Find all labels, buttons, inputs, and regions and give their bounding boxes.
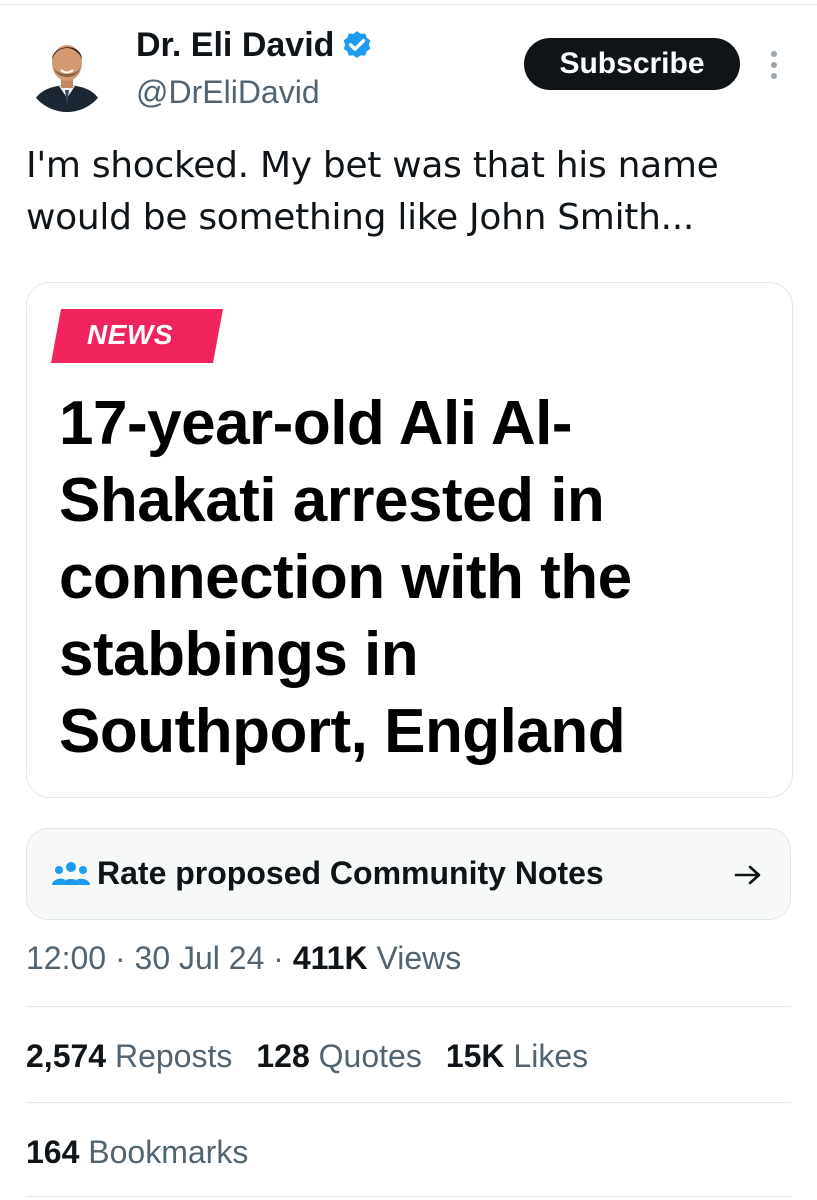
verified-badge-icon xyxy=(344,30,371,58)
people-icon xyxy=(52,862,90,885)
reposts-count: 2,574 xyxy=(26,1038,107,1074)
engagement-stats: 2,574 Reposts 128 Quotes 15K Likes xyxy=(26,1038,612,1075)
meta-separator: · xyxy=(114,940,126,976)
views-label: Views xyxy=(376,940,462,976)
top-divider xyxy=(0,4,817,5)
divider xyxy=(26,1006,791,1007)
tweet-meta: 12:00 · 30 Jul 24 · 411K Views xyxy=(26,940,461,977)
reposts-stat[interactable]: 2,574 Reposts xyxy=(26,1038,232,1075)
tweet-text: I'm shocked. My bet was that his name wo… xyxy=(26,140,796,244)
quotes-stat[interactable]: 128 Quotes xyxy=(256,1038,421,1075)
views-count: 411K xyxy=(292,940,368,976)
tweet-page: Dr. Eli David @DrEliDavid Subscribe I'm … xyxy=(0,0,817,1200)
author-name-text: Dr. Eli David xyxy=(136,26,335,64)
headline-line: 17-year-old Ali Al- xyxy=(59,389,573,458)
bookmarks-label: Bookmarks xyxy=(88,1134,249,1170)
author-avatar[interactable] xyxy=(26,30,108,112)
rate-community-notes-button[interactable]: Rate proposed Community Notes xyxy=(26,828,791,920)
bookmarks-count: 164 xyxy=(26,1134,80,1170)
news-tag-label: NEWS xyxy=(87,319,173,350)
quotes-label: Quotes xyxy=(318,1038,422,1074)
tweet-date[interactable]: 30 Jul 24 xyxy=(135,940,265,976)
bookmarks-stat[interactable]: 164 Bookmarks xyxy=(26,1134,248,1171)
media-card[interactable]: NEWS 17-year-old Ali Al- Shakati arreste… xyxy=(26,282,793,798)
divider xyxy=(26,1102,791,1103)
quotes-count: 128 xyxy=(256,1038,310,1074)
tweet-time[interactable]: 12:00 xyxy=(26,940,106,976)
avatar-image xyxy=(26,30,108,112)
author-name[interactable]: Dr. Eli David xyxy=(136,26,374,65)
news-tag: NEWS xyxy=(51,309,223,363)
likes-label: Likes xyxy=(513,1038,589,1074)
likes-count: 15K xyxy=(445,1038,505,1074)
tweet-text-line: I'm shocked. My bet was that his name xyxy=(26,145,719,186)
more-vertical-icon[interactable] xyxy=(764,48,784,82)
rate-community-notes-label: Rate proposed Community Notes xyxy=(97,855,604,891)
headline-line: connection with the xyxy=(59,543,632,612)
author-handle[interactable]: @DrEliDavid xyxy=(136,74,320,111)
likes-stat[interactable]: 15K Likes xyxy=(446,1038,588,1075)
headline-line: Shakati arrested in xyxy=(59,466,605,535)
headline-line: stabbings in xyxy=(59,620,419,689)
arrow-right-icon xyxy=(734,865,761,885)
subscribe-button[interactable]: Subscribe xyxy=(524,38,740,90)
headline-line: Southport, England xyxy=(59,697,626,766)
headline: 17-year-old Ali Al- Shakati arrested in … xyxy=(59,385,759,770)
tweet-text-line: would be something like John Smith... xyxy=(26,197,695,238)
divider xyxy=(26,1196,791,1197)
reposts-label: Reposts xyxy=(114,1038,233,1074)
meta-separator: · xyxy=(273,940,284,976)
